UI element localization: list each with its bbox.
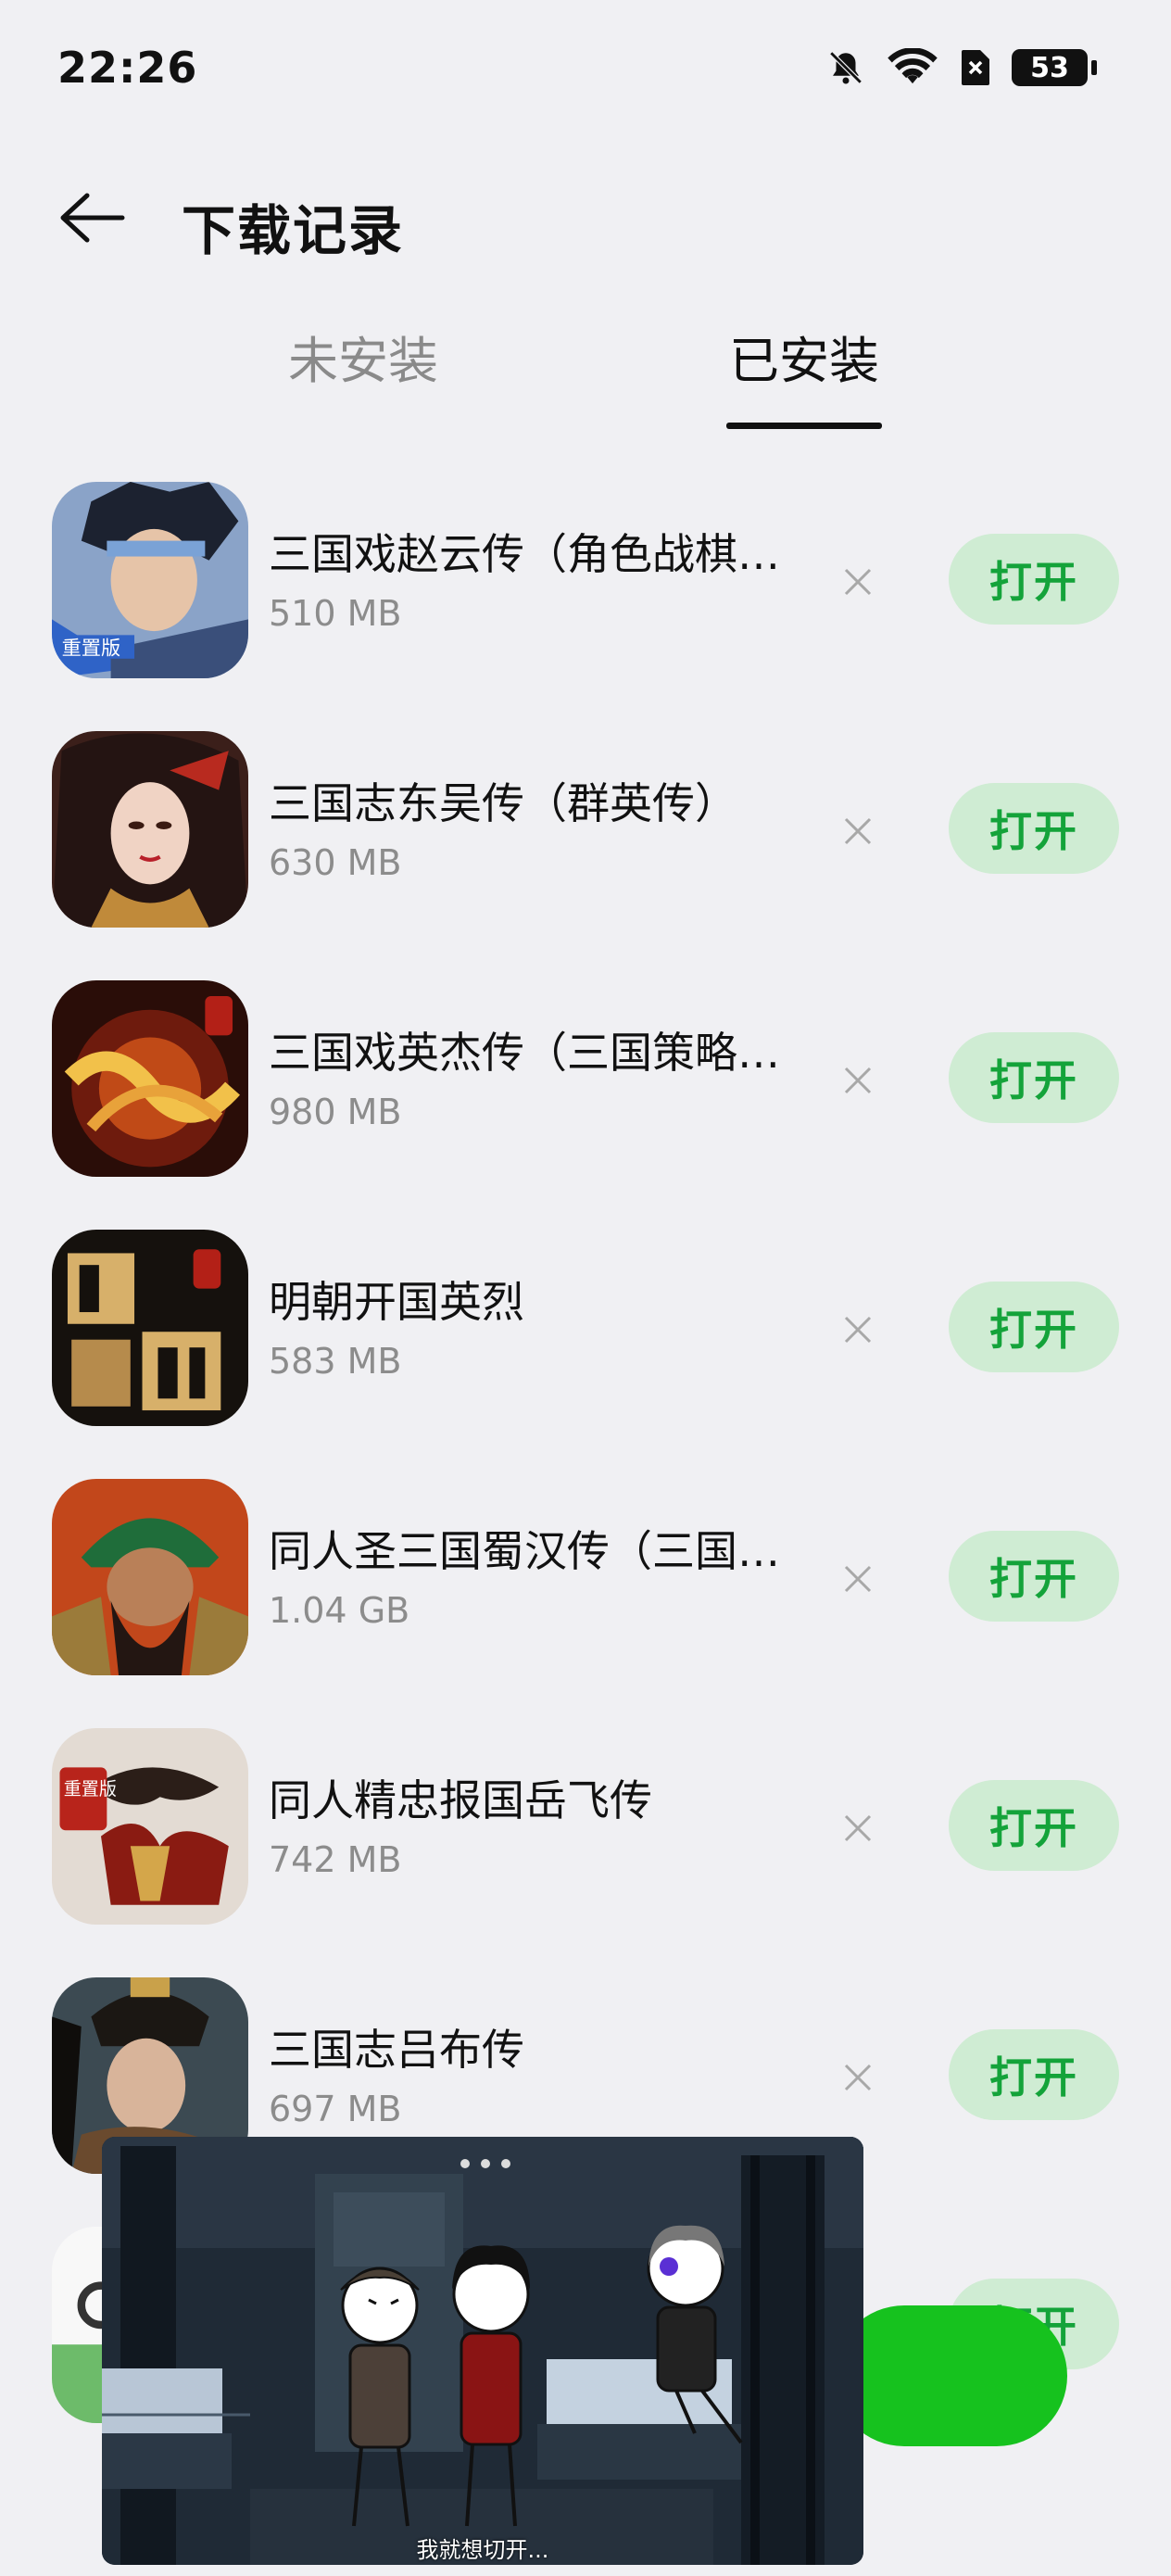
app-row[interactable]: 同人圣三国蜀汉传（三国… 1.04 GB 打开 xyxy=(0,1470,1171,1719)
app-row[interactable]: 三国志东吴传（群英传） 630 MB 打开 xyxy=(0,722,1171,971)
video-subtitle: 我就想切开... xyxy=(416,2537,549,2563)
remove-record-button[interactable] xyxy=(834,1555,882,1603)
app-row[interactable]: 重置版 同人精忠报国岳飞传 742 MB 打开 xyxy=(0,1719,1171,1968)
close-icon xyxy=(844,1067,872,1094)
open-button[interactable]: 打开 xyxy=(949,1531,1119,1622)
app-size: 1.04 GB xyxy=(269,1590,410,1631)
yue-fei-icon[interactable]: 重置版 xyxy=(52,1728,248,1925)
arrow-left-icon xyxy=(60,193,125,243)
close-icon xyxy=(844,568,872,596)
open-button[interactable]: 打开 xyxy=(949,1780,1119,1871)
active-tab-indicator xyxy=(726,423,882,429)
tab-uninstalled[interactable]: 未安装 xyxy=(252,324,474,398)
open-button[interactable]: 打开 xyxy=(949,1032,1119,1123)
remove-record-button[interactable] xyxy=(834,1306,882,1354)
page-title: 下载记录 xyxy=(182,199,405,262)
app-size: 630 MB xyxy=(269,842,402,883)
icon-badge-text: 重置版 xyxy=(62,637,121,660)
tab-bar: 未安装 已安装 xyxy=(0,324,1171,436)
app-name: 三国志吕布传 xyxy=(269,2025,524,2075)
remove-record-button[interactable] xyxy=(834,1056,882,1105)
app-name: 三国志东吴传（群英传） xyxy=(269,778,737,828)
app-name: 三国戏赵云传（角色战棋… xyxy=(269,529,780,579)
remove-record-button[interactable] xyxy=(834,2053,882,2102)
remove-record-button[interactable] xyxy=(834,558,882,606)
remove-record-button[interactable] xyxy=(834,807,882,855)
app-name: 同人圣三国蜀汉传（三国… xyxy=(269,1526,780,1576)
app-name: 同人精忠报国岳飞传 xyxy=(269,1775,652,1825)
video-frame-image xyxy=(102,2137,863,2565)
battery-level: 53 xyxy=(1030,51,1069,84)
more-dots-icon[interactable] xyxy=(458,2157,513,2170)
status-bar: 22:26 53 xyxy=(0,0,1171,139)
icon-badge-text: 重置版 xyxy=(64,1779,117,1799)
yingjie-logo-icon[interactable] xyxy=(52,980,248,1177)
close-icon xyxy=(844,1814,872,1842)
app-size: 697 MB xyxy=(269,2089,402,2129)
close-icon xyxy=(844,2064,872,2091)
battery-icon: 53 xyxy=(1012,49,1097,86)
tab-installed[interactable]: 已安装 xyxy=(693,324,915,398)
wifi-icon xyxy=(886,48,939,87)
header: 下载记录 xyxy=(0,167,1171,269)
heroine-portrait-icon[interactable] xyxy=(52,731,248,928)
mute-bell-icon xyxy=(826,48,865,87)
close-icon xyxy=(844,1565,872,1593)
app-size: 583 MB xyxy=(269,1341,402,1382)
zhao-yun-icon[interactable]: 重置版 xyxy=(52,482,248,678)
app-name: 三国戏英杰传（三国策略… xyxy=(269,1028,780,1078)
floating-video-window[interactable]: 我就想切开... xyxy=(102,2137,863,2565)
guan-yu-icon[interactable] xyxy=(52,1479,248,1675)
app-size: 510 MB xyxy=(269,593,402,634)
app-name: 明朝开国英烈 xyxy=(269,1277,524,1327)
app-size: 742 MB xyxy=(269,1839,402,1880)
app-size: 980 MB xyxy=(269,1092,402,1132)
open-button[interactable]: 打开 xyxy=(949,534,1119,625)
close-icon xyxy=(844,817,872,845)
sim-error-icon xyxy=(960,48,991,87)
status-time: 22:26 xyxy=(57,43,198,93)
app-row[interactable]: 三国戏英杰传（三国策略… 980 MB 打开 xyxy=(0,971,1171,1220)
ming-dynasty-icon[interactable] xyxy=(52,1230,248,1426)
app-row[interactable]: 明朝开国英烈 583 MB 打开 xyxy=(0,1220,1171,1470)
back-button[interactable] xyxy=(52,187,130,248)
app-row[interactable]: 重置版 三国戏赵云传（角色战棋… 510 MB 打开 xyxy=(0,473,1171,722)
remove-record-button[interactable] xyxy=(834,1804,882,1852)
floating-action-button[interactable] xyxy=(834,2305,1067,2446)
open-button[interactable]: 打开 xyxy=(949,1282,1119,1372)
close-icon xyxy=(844,1316,872,1344)
open-button[interactable]: 打开 xyxy=(949,783,1119,874)
open-button[interactable]: 打开 xyxy=(949,2029,1119,2120)
status-icons: 53 xyxy=(826,48,1097,87)
